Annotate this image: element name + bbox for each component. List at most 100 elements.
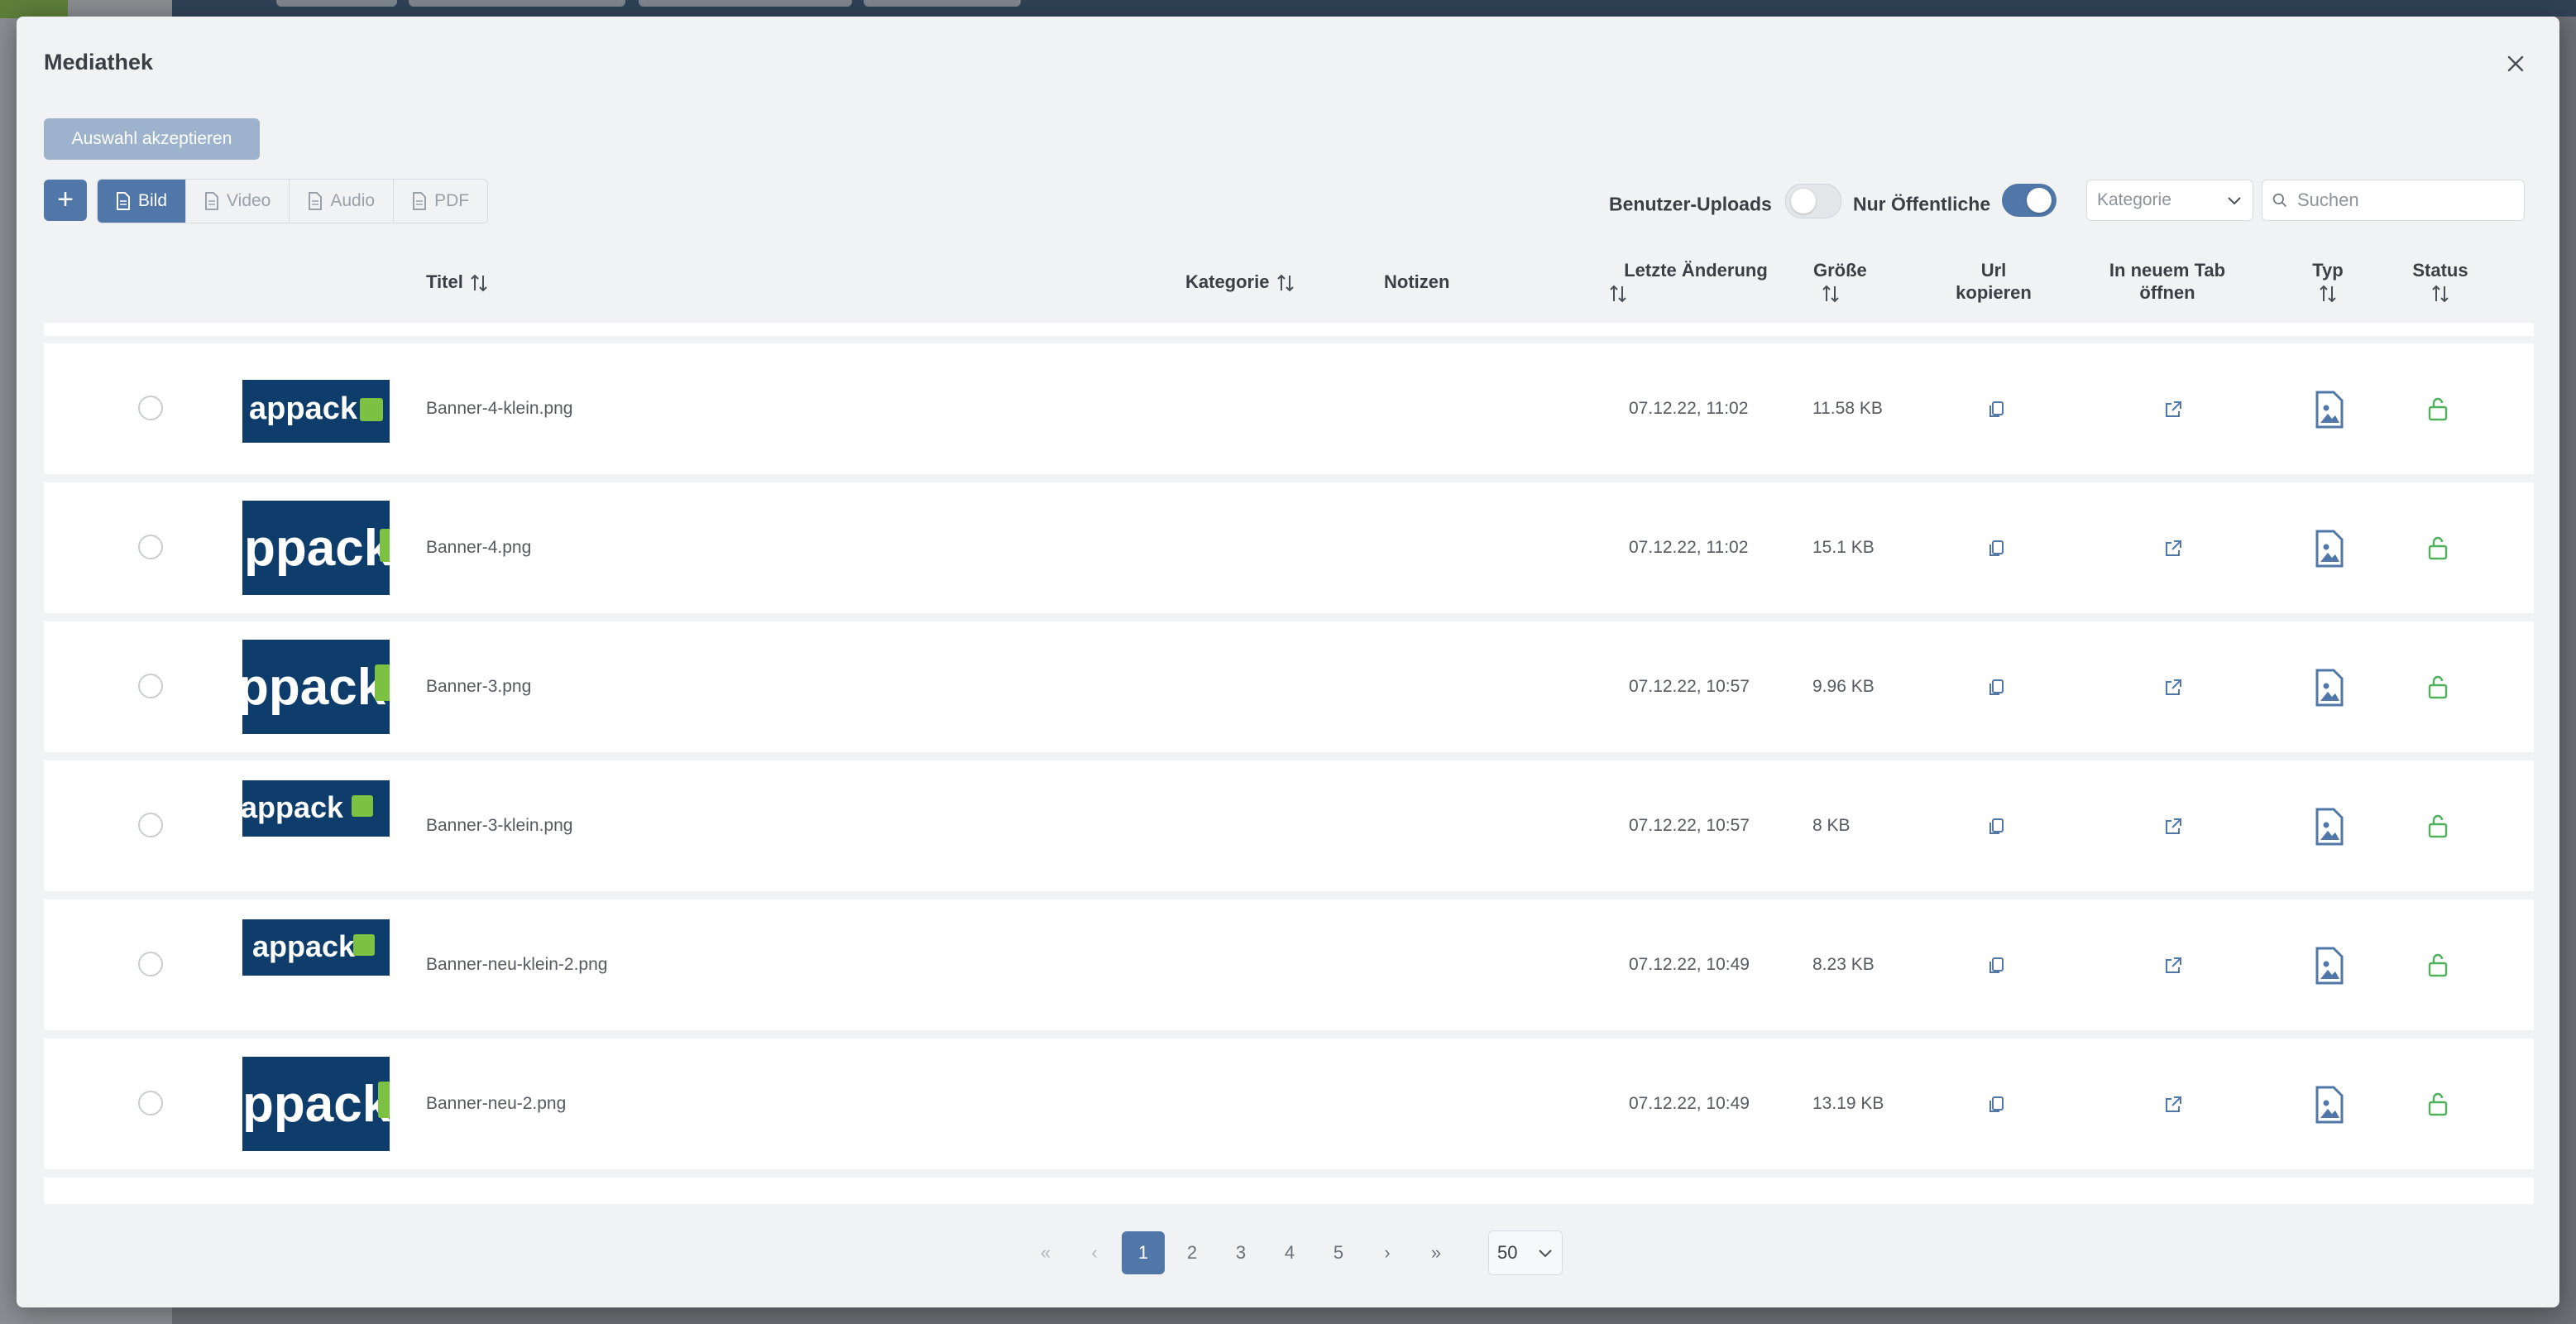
column-type-label: Typ xyxy=(2312,260,2344,281)
copy-icon[interactable] xyxy=(1985,814,2009,839)
page-button[interactable]: 2 xyxy=(1171,1231,1214,1274)
column-header-size[interactable]: Größe xyxy=(1813,259,1879,305)
add-media-button[interactable]: + xyxy=(44,180,87,221)
background-tab xyxy=(864,0,1021,7)
background-tab xyxy=(639,0,852,7)
filter-image-button[interactable]: Bild xyxy=(98,180,187,223)
column-header-status[interactable]: Status xyxy=(2401,259,2480,305)
column-header-last-change[interactable]: Letzte Änderung xyxy=(1605,259,1787,305)
image-file-icon xyxy=(2315,808,2344,846)
image-file-icon xyxy=(2315,1086,2344,1124)
row-select-radio[interactable] xyxy=(138,396,163,420)
filter-pdf-button[interactable]: PDF xyxy=(394,180,487,223)
column-new-tab-line2: öffnen xyxy=(2139,282,2195,303)
column-header-type[interactable]: Typ xyxy=(2295,259,2361,305)
row-select-radio[interactable] xyxy=(138,952,163,976)
filter-audio-label: Audio xyxy=(330,191,376,210)
filter-image-label: Bild xyxy=(138,191,168,210)
row-select-radio[interactable] xyxy=(138,535,163,559)
column-last-change-label: Letzte Änderung xyxy=(1624,260,1768,281)
sort-icon xyxy=(1822,285,1839,303)
unlock-icon xyxy=(2428,397,2448,421)
row-size: 15.1 KB xyxy=(1812,538,1875,557)
close-icon[interactable] xyxy=(2503,51,2528,76)
table-row[interactable]: appack Banner-3-klein.png 07.12.22, 10:5… xyxy=(44,760,2534,891)
prev-page-button[interactable]: ‹ xyxy=(1073,1231,1116,1274)
row-size: 13.19 KB xyxy=(1812,1094,1884,1113)
table-row[interactable]: ppack Banner-3.png 07.12.22, 10:57 9.96 … xyxy=(44,621,2534,752)
copy-icon[interactable] xyxy=(1985,675,2009,700)
external-link-icon[interactable] xyxy=(2161,675,2186,700)
external-link-icon[interactable] xyxy=(2161,953,2186,978)
toggle-knob xyxy=(2027,188,2052,213)
file-icon xyxy=(413,192,427,210)
table-row[interactable]: ppack Banner-4.png 07.12.22, 11:02 15.1 … xyxy=(44,482,2534,613)
user-uploads-label: Benutzer-Uploads xyxy=(1609,193,1772,215)
table-header-divider xyxy=(44,323,2534,336)
column-header-open-new-tab: In neuem Tab öffnen xyxy=(2085,259,2250,304)
copy-icon[interactable] xyxy=(1985,397,2009,422)
category-select-value: Kategorie xyxy=(2097,190,2171,209)
external-link-icon[interactable] xyxy=(2161,397,2186,422)
row-size: 8.23 KB xyxy=(1812,955,1875,974)
page-button[interactable]: 1 xyxy=(1122,1231,1165,1274)
media-library-modal: Mediathek Auswahl akzeptieren + Bild Vid… xyxy=(17,17,2559,1307)
first-page-button[interactable]: « xyxy=(1024,1231,1067,1274)
external-link-icon[interactable] xyxy=(2161,814,2186,839)
user-uploads-toggle[interactable] xyxy=(1785,184,1841,218)
row-select-radio[interactable] xyxy=(138,1091,163,1115)
thumbnail-logo-text: ppack xyxy=(244,520,390,577)
public-only-label: Nur Öffentliche xyxy=(1853,193,1991,215)
thumbnail-logo-text: ppack xyxy=(242,659,386,716)
page-button[interactable]: 5 xyxy=(1317,1231,1360,1274)
row-date: 07.12.22, 10:57 xyxy=(1629,677,1750,696)
sort-icon xyxy=(2320,285,2336,303)
public-only-toggle[interactable] xyxy=(2002,184,2056,217)
external-link-icon[interactable] xyxy=(2161,536,2186,561)
image-file-icon xyxy=(2315,947,2344,985)
table-row[interactable] xyxy=(44,1178,2534,1204)
thumbnail-logo-mark xyxy=(378,1082,390,1118)
column-new-tab-line1: In neuem Tab xyxy=(2109,260,2226,281)
per-page-select[interactable]: 50 xyxy=(1488,1230,1563,1275)
thumbnail-logo-mark xyxy=(352,795,373,817)
table-row[interactable]: appack Banner-4-klein.png 07.12.22, 11:0… xyxy=(44,343,2534,474)
row-title: Banner-neu-2.png xyxy=(426,1094,567,1113)
column-category-label: Kategorie xyxy=(1185,271,1270,292)
column-size-label: Größe xyxy=(1813,260,1867,281)
table-row[interactable]: appack Banner-neu-klein-2.png 07.12.22, … xyxy=(44,899,2534,1030)
sort-icon xyxy=(2432,285,2449,303)
row-date: 07.12.22, 10:57 xyxy=(1629,816,1750,835)
copy-icon[interactable] xyxy=(1985,953,2009,978)
page-button[interactable]: 4 xyxy=(1268,1231,1311,1274)
accept-selection-button[interactable]: Auswahl akzeptieren xyxy=(44,118,260,160)
filter-audio-button[interactable]: Audio xyxy=(290,180,395,223)
row-size: 8 KB xyxy=(1812,816,1851,835)
search-input[interactable] xyxy=(2296,189,2514,212)
toggle-knob xyxy=(1791,189,1816,213)
thumbnail-image: appack xyxy=(242,780,390,837)
unlock-icon xyxy=(2428,536,2448,560)
media-table-body: appack Banner-4-klein.png 07.12.22, 11:0… xyxy=(44,343,2534,1204)
column-header-title[interactable]: Titel xyxy=(426,271,490,294)
column-header-category[interactable]: Kategorie xyxy=(1185,271,1296,294)
last-page-button[interactable]: » xyxy=(1415,1231,1458,1274)
column-header-notes: Notizen xyxy=(1384,271,1450,292)
row-title: Banner-4.png xyxy=(426,538,532,557)
thumbnail-logo-text: appack xyxy=(252,929,356,963)
table-row[interactable]: ppack Banner-neu-2.png 07.12.22, 10:49 1… xyxy=(44,1039,2534,1169)
row-size: 11.58 KB xyxy=(1812,399,1883,418)
external-link-icon[interactable] xyxy=(2161,1092,2186,1117)
filter-video-button[interactable]: Video xyxy=(186,180,290,223)
sort-icon xyxy=(1276,274,1294,292)
thumbnail-logo-mark xyxy=(375,664,390,701)
page-button[interactable]: 3 xyxy=(1219,1231,1262,1274)
row-select-radio[interactable] xyxy=(138,813,163,837)
column-header-url-copy: Url kopieren xyxy=(1944,259,2043,304)
image-file-icon xyxy=(2315,391,2344,429)
copy-icon[interactable] xyxy=(1985,536,2009,561)
copy-icon[interactable] xyxy=(1985,1092,2009,1117)
next-page-button[interactable]: › xyxy=(1366,1231,1409,1274)
row-select-radio[interactable] xyxy=(138,674,163,698)
category-select[interactable]: Kategorie xyxy=(2086,180,2253,221)
